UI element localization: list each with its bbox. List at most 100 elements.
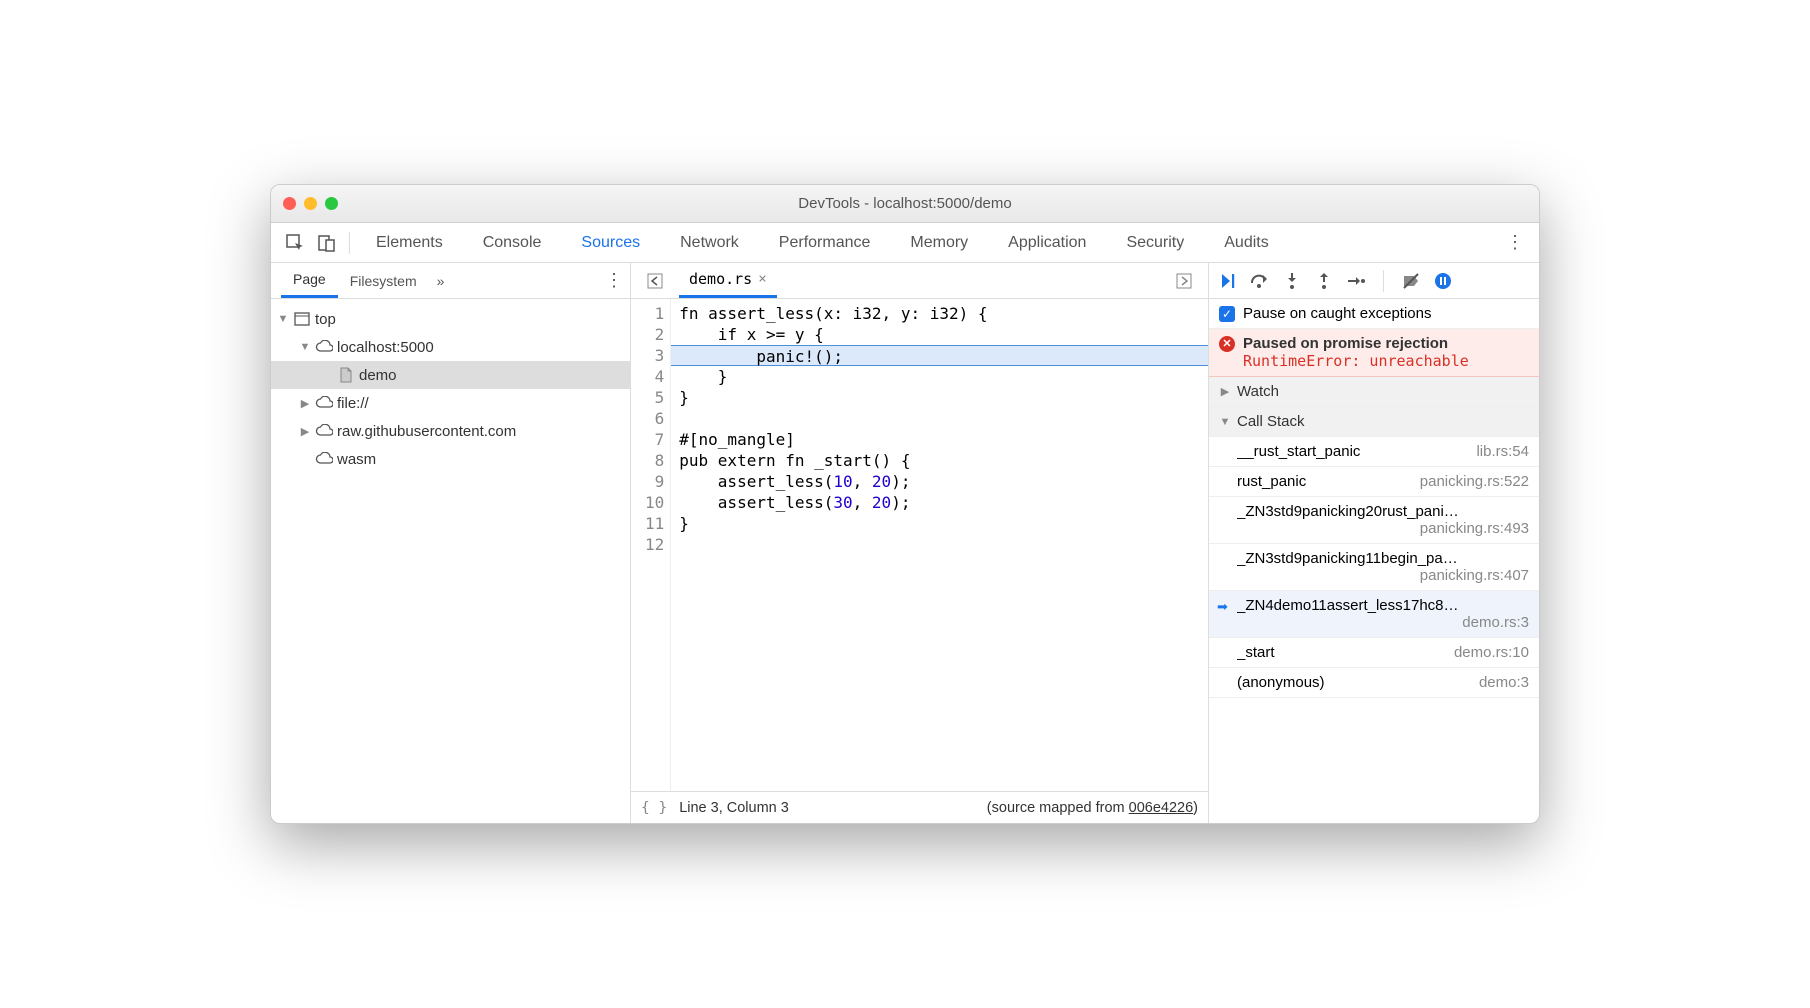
navigator-overflow[interactable]: » [429, 273, 453, 289]
device-toolbar-icon[interactable] [311, 227, 343, 259]
code-line: #[no_mangle] [671, 429, 1208, 450]
tab-security[interactable]: Security [1106, 223, 1204, 262]
call-stack-list: __rust_start_paniclib.rs:54rust_panicpan… [1209, 437, 1539, 698]
stack-frame[interactable]: ➡ _ZN4demo11assert_less17hc8…demo.rs:3 [1209, 591, 1539, 638]
watch-section[interactable]: ▶ Watch [1209, 377, 1539, 407]
history-forward-icon[interactable] [1168, 265, 1200, 297]
callstack-section[interactable]: ▼ Call Stack [1209, 407, 1539, 437]
tree-item[interactable]: demo [271, 361, 630, 389]
tab-audits[interactable]: Audits [1204, 223, 1288, 262]
frame-name: __rust_start_panic [1237, 443, 1468, 460]
tree-item-label: file:// [337, 395, 369, 412]
tab-console[interactable]: Console [463, 223, 562, 262]
tab-application[interactable]: Application [988, 223, 1106, 262]
twisty-icon: ▼ [277, 313, 289, 325]
frame-name: (anonymous) [1237, 674, 1471, 691]
frame-name: rust_panic [1237, 473, 1412, 490]
file-icon [337, 366, 355, 384]
stack-frame[interactable]: _startdemo.rs:10 [1209, 638, 1539, 668]
frame-icon [293, 310, 311, 328]
checkbox-checked-icon[interactable]: ✓ [1219, 306, 1235, 322]
deactivate-breakpoints-icon[interactable] [1400, 270, 1422, 292]
pause-caught-label: Pause on caught exceptions [1243, 305, 1431, 322]
devtools-tabs: ElementsConsoleSourcesNetworkPerformance… [271, 223, 1539, 263]
cloud-icon [315, 394, 333, 412]
tree-item[interactable]: ▼ top [271, 305, 630, 333]
tree-item-label: demo [359, 367, 397, 384]
code-editor[interactable]: 123456789101112 fn assert_less(x: i32, y… [631, 299, 1208, 791]
pretty-print-icon[interactable]: { } [641, 800, 667, 816]
close-file-icon[interactable]: × [758, 271, 766, 287]
navigator-tabs: PageFilesystem » ⋮ [271, 263, 630, 299]
pause-banner-detail: RuntimeError: unreachable [1219, 352, 1529, 370]
stack-frame[interactable]: _ZN3std9panicking11begin_pa…panicking.rs… [1209, 544, 1539, 591]
frame-loc: demo.rs:10 [1454, 644, 1529, 661]
twisty-icon: ▼ [299, 341, 311, 353]
resume-icon[interactable] [1217, 270, 1239, 292]
cloud-icon [315, 422, 333, 440]
inspect-element-icon[interactable] [279, 227, 311, 259]
stack-frame[interactable]: rust_panicpanicking.rs:522 [1209, 467, 1539, 497]
code-line: assert_less(10, 20); [671, 471, 1208, 492]
debugger-controls [1209, 263, 1539, 299]
titlebar: DevTools - localhost:5000/demo [271, 185, 1539, 223]
code-area[interactable]: fn assert_less(x: i32, y: i32) { if x >=… [671, 299, 1208, 791]
frame-name: _ZN3std9panicking11begin_pa… [1237, 550, 1529, 567]
file-tab-name: demo.rs [689, 270, 752, 288]
frame-loc: demo:3 [1479, 674, 1529, 691]
pause-banner: ✕ Paused on promise rejection RuntimeErr… [1209, 329, 1539, 377]
main-area: PageFilesystem » ⋮ ▼ top ▼ localhost:5000 de… [271, 263, 1539, 823]
file-tab-active[interactable]: demo.rs × [679, 263, 777, 298]
frame-loc: panicking.rs:493 [1420, 520, 1529, 537]
code-line: } [671, 366, 1208, 387]
twisty-icon: ▶ [299, 397, 311, 410]
tab-performance[interactable]: Performance [759, 223, 891, 262]
pause-caught-row[interactable]: ✓ Pause on caught exceptions [1209, 299, 1539, 329]
code-line: } [671, 513, 1208, 534]
tree-item[interactable]: ▼ localhost:5000 [271, 333, 630, 361]
current-frame-icon: ➡ [1217, 599, 1228, 615]
navigator-sidebar: PageFilesystem » ⋮ ▼ top ▼ localhost:5000 de… [271, 263, 631, 823]
code-line [671, 408, 1208, 429]
tab-sources[interactable]: Sources [561, 223, 660, 262]
code-line: fn assert_less(x: i32, y: i32) { [671, 303, 1208, 324]
frame-loc: demo.rs:3 [1462, 614, 1529, 631]
cloud-icon [315, 450, 333, 468]
history-back-icon[interactable] [639, 265, 671, 297]
step-icon[interactable] [1345, 270, 1367, 292]
navigator-more-icon[interactable]: ⋮ [598, 265, 630, 297]
step-out-icon[interactable] [1313, 270, 1335, 292]
code-line: pub extern fn _start() { [671, 450, 1208, 471]
tree-item[interactable]: wasm [271, 445, 630, 473]
more-menu-icon[interactable]: ⋮ [1499, 227, 1531, 259]
divider [349, 232, 350, 254]
tree-item[interactable]: ▶ file:// [271, 389, 630, 417]
tab-elements[interactable]: Elements [356, 223, 463, 262]
tab-network[interactable]: Network [660, 223, 759, 262]
tree-item-label: top [315, 311, 336, 328]
devtools-window: DevTools - localhost:5000/demo ElementsC… [270, 184, 1540, 824]
frame-name: _ZN3std9panicking20rust_pani… [1237, 503, 1529, 520]
tab-memory[interactable]: Memory [890, 223, 988, 262]
tree-item-label: wasm [337, 451, 376, 468]
nav-tab-filesystem[interactable]: Filesystem [338, 263, 429, 298]
step-over-icon[interactable] [1249, 270, 1271, 292]
source-map-link[interactable]: 006e4226 [1129, 800, 1194, 816]
line-gutter: 123456789101112 [631, 299, 671, 791]
stack-frame[interactable]: (anonymous) demo:3 [1209, 668, 1539, 698]
stack-frame[interactable]: __rust_start_paniclib.rs:54 [1209, 437, 1539, 467]
stack-frame[interactable]: _ZN3std9panicking20rust_pani…panicking.r… [1209, 497, 1539, 544]
pause-banner-title: Paused on promise rejection [1243, 335, 1448, 352]
tree-item-label: localhost:5000 [337, 339, 434, 356]
step-into-icon[interactable] [1281, 270, 1303, 292]
error-icon: ✕ [1219, 336, 1235, 352]
code-line: } [671, 387, 1208, 408]
tree-item[interactable]: ▶raw.githubusercontent.com [271, 417, 630, 445]
code-line: if x >= y { [671, 324, 1208, 345]
window-title: DevTools - localhost:5000/demo [271, 195, 1539, 212]
nav-tab-page[interactable]: Page [281, 263, 338, 298]
pause-exceptions-icon[interactable] [1432, 270, 1454, 292]
frame-name: _ZN4demo11assert_less17hc8… [1237, 597, 1529, 614]
chevron-down-icon: ▼ [1219, 416, 1231, 428]
cloud-icon [315, 338, 333, 356]
